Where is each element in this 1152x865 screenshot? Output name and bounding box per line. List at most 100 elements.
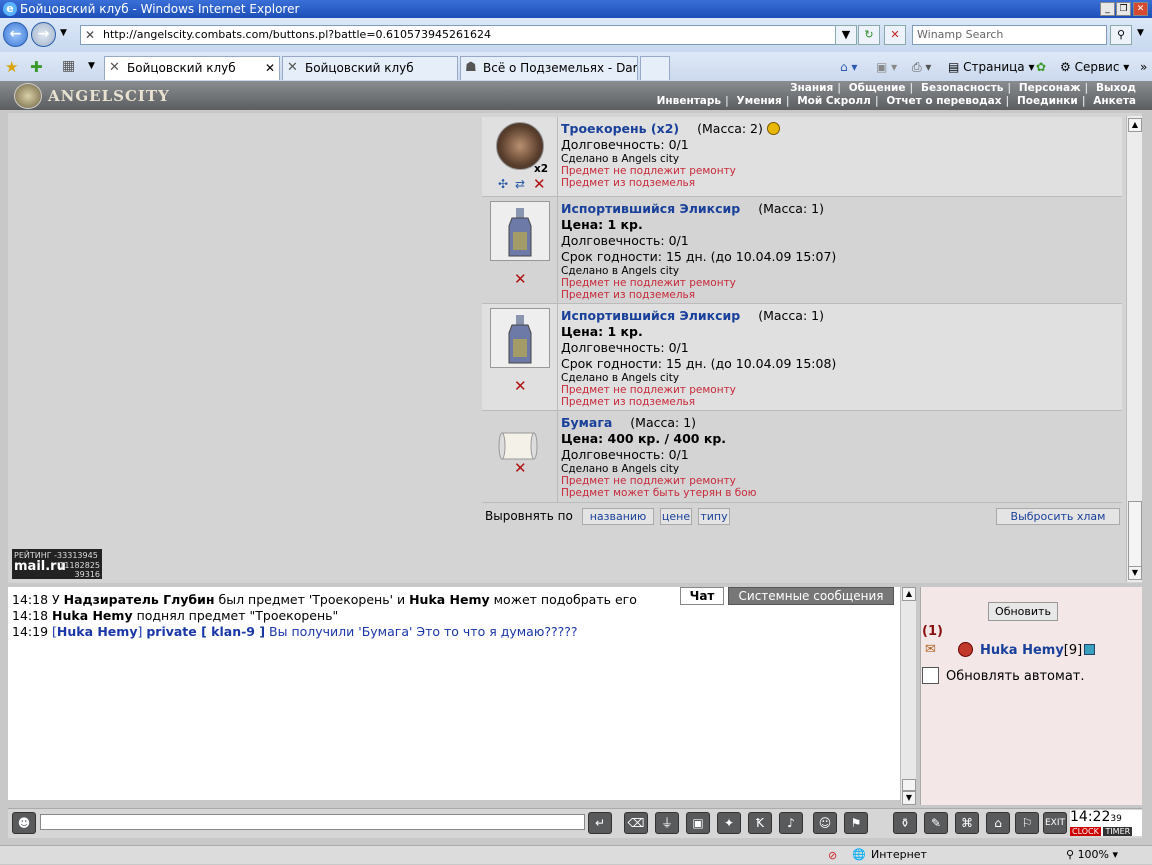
zoom-level[interactable]: ⚲ 100% ▾ (1066, 846, 1118, 864)
tab-system-messages[interactable]: Системные сообщения (728, 587, 894, 605)
delete-item-icon[interactable]: ✕ (514, 270, 527, 288)
addon-icon[interactable]: ✿ (1036, 56, 1046, 78)
tab-chat[interactable]: Чат (680, 587, 724, 605)
quick-tabs-icon[interactable]: ▦ (62, 58, 75, 74)
back-button[interactable]: ← (3, 22, 28, 47)
chat-nick[interactable]: Huka Hemy (57, 624, 138, 639)
clock-label[interactable]: CLOCK (1070, 827, 1101, 836)
item-name-link[interactable]: Испортившийся Эликсир (561, 308, 740, 323)
scroll-down-icon[interactable]: ▼ (902, 791, 916, 805)
paper-image[interactable] (498, 431, 538, 461)
chat-nick[interactable]: Huka Hemy (409, 592, 490, 607)
clock-timer[interactable]: 14:2239 CLOCK TIMER (1070, 810, 1142, 836)
menu-profile[interactable]: Анкета (1089, 95, 1140, 107)
menu-security[interactable]: Безопасность (917, 82, 1007, 94)
forward-button[interactable]: → (31, 22, 56, 47)
chat-scrollbar[interactable]: ▲ ▼ (900, 587, 916, 805)
exit-icon[interactable]: EXIT (1043, 812, 1067, 834)
scroll-down-icon[interactable]: ▼ (1128, 566, 1142, 580)
tab-2[interactable]: ✕ Бойцовский клуб (282, 56, 458, 80)
favorites-star-icon[interactable]: ★ (5, 58, 18, 76)
popup-blocked-icon[interactable]: ⊘ (828, 847, 837, 865)
sort-by-type-button[interactable]: типу (698, 508, 730, 525)
close-window-button[interactable]: ✕ (1133, 2, 1148, 16)
drop-junk-button[interactable]: Выбросить хлам (996, 508, 1120, 525)
smiles-icon[interactable]: ☺ (813, 812, 837, 834)
map-icon[interactable]: ⌘ (955, 812, 979, 834)
private-message-icon[interactable]: ✉ (925, 642, 936, 657)
potion-icon[interactable]: ⚱ (893, 812, 917, 834)
search-icon[interactable]: ⚲ (1110, 25, 1132, 45)
timer-label[interactable]: TIMER (1103, 827, 1133, 836)
sound-icon[interactable]: ♪ (779, 812, 803, 834)
item-name-link[interactable]: Бумага (561, 415, 612, 430)
filter-icon[interactable]: ⏚ (655, 812, 679, 834)
page-menu[interactable]: ▤ Страница ▾ (948, 56, 1035, 78)
scroll-up-icon[interactable]: ▲ (902, 587, 916, 601)
menu-my-scroll[interactable]: Мой Скролл (793, 95, 875, 107)
refresh-button[interactable]: Обновить (988, 602, 1058, 621)
menu-communication[interactable]: Общение (845, 82, 910, 94)
url-dropdown-icon[interactable]: ▼ (835, 25, 857, 45)
chat-message-input[interactable] (40, 814, 585, 830)
menu-character[interactable]: Персонаж (1015, 82, 1085, 94)
url-input[interactable]: ✕ http://angelscity.combats.com/buttons.… (80, 25, 850, 45)
user-name[interactable]: Huka Hemy (980, 643, 1064, 658)
mailru-rating-counter[interactable]: РЕЙТИНГ -33313945 mail.ru 11182825 39316 (12, 549, 102, 579)
chat-nick[interactable]: Huka Hemy (52, 608, 133, 623)
tab-list-icon[interactable]: ▼ (88, 61, 95, 71)
item-name-link[interactable]: Троекорень (x2) (561, 121, 679, 136)
maximize-button[interactable]: ❐ (1116, 2, 1131, 16)
menu-battles[interactable]: Поединки (1013, 95, 1082, 107)
save-icon[interactable]: ▣ (686, 812, 710, 834)
add-favorites-icon[interactable]: ✚ (30, 58, 43, 76)
scroll-thumb[interactable] (902, 779, 916, 791)
fighter-icon[interactable]: ✦ (717, 812, 741, 834)
menu-transfer-report[interactable]: Отчет о переводах (882, 95, 1005, 107)
tab-1[interactable]: ✕ Бойцовский клуб ✕ (104, 56, 280, 80)
delete-item-icon[interactable]: ✕ (514, 459, 527, 477)
menu-skills[interactable]: Умения (733, 95, 786, 107)
search-input[interactable]: Winamp Search (912, 25, 1107, 45)
stop-icon[interactable]: ✕ (884, 25, 906, 45)
clan-chat-icon[interactable]: ⚑ (844, 812, 868, 834)
close-tab-icon[interactable]: ✕ (265, 57, 275, 79)
elixir-image[interactable] (490, 201, 550, 261)
eraser-icon[interactable]: ⌫ (624, 812, 648, 834)
sort-by-price-button[interactable]: цене (660, 508, 692, 525)
search-options-icon[interactable]: ▼ (1137, 28, 1144, 38)
house-icon[interactable]: ⌂ (986, 812, 1010, 834)
sort-by-name-button[interactable]: названию (582, 508, 654, 525)
scroll-thumb[interactable] (1128, 501, 1142, 567)
minimize-button[interactable]: _ (1100, 2, 1115, 16)
feeds-icon[interactable]: ▣ ▾ (876, 56, 897, 78)
item-name-link[interactable]: Испортившийся Эликсир (561, 201, 740, 216)
print-icon[interactable]: ⎙ ▾ (912, 56, 931, 78)
home-icon[interactable]: ⌂ ▾ (840, 56, 857, 78)
chat-log[interactable]: 14:18 У Надзиратель Глубин был предмет '… (8, 587, 908, 800)
user-info-icon[interactable] (1084, 644, 1096, 655)
auto-refresh-checkbox[interactable] (922, 667, 939, 684)
online-user[interactable]: Huka Hemy[9] (980, 643, 1096, 658)
new-tab-button[interactable] (640, 56, 670, 80)
main-scrollbar[interactable]: ▲ ▼ (1126, 116, 1142, 582)
history-dropdown-icon[interactable]: ▼ (60, 28, 67, 38)
send-enter-icon[interactable]: ↵ (588, 812, 612, 834)
delete-item-icon[interactable]: ✕ (533, 175, 546, 193)
elixir-image[interactable] (490, 308, 550, 368)
flag-icon[interactable]: ⚐ (1015, 812, 1039, 834)
smile-face-icon[interactable]: ☻ (12, 812, 36, 834)
refresh-icon[interactable]: ↻ (858, 25, 880, 45)
chat-nick[interactable]: Надзиратель Глубин (64, 592, 215, 607)
use-icon[interactable]: ✣ (498, 177, 508, 191)
chat-private-tag[interactable]: private [ klan-9 ] (146, 624, 265, 639)
delete-item-icon[interactable]: ✕ (514, 377, 527, 395)
scroll-up-icon[interactable]: ▲ (1128, 118, 1142, 132)
transfer-icon[interactable]: ⇄ (515, 177, 525, 191)
menu-inventory[interactable]: Инвентарь (653, 95, 725, 107)
tab-3[interactable]: ☗ Всё о Подземельях - DarkCl... (460, 56, 638, 80)
more-tools-icon[interactable]: » (1140, 56, 1147, 78)
menu-exit[interactable]: Выход (1092, 82, 1140, 94)
menu-knowledge[interactable]: Знания (786, 82, 837, 94)
service-menu[interactable]: ⚙ Сервис ▾ (1060, 56, 1129, 78)
